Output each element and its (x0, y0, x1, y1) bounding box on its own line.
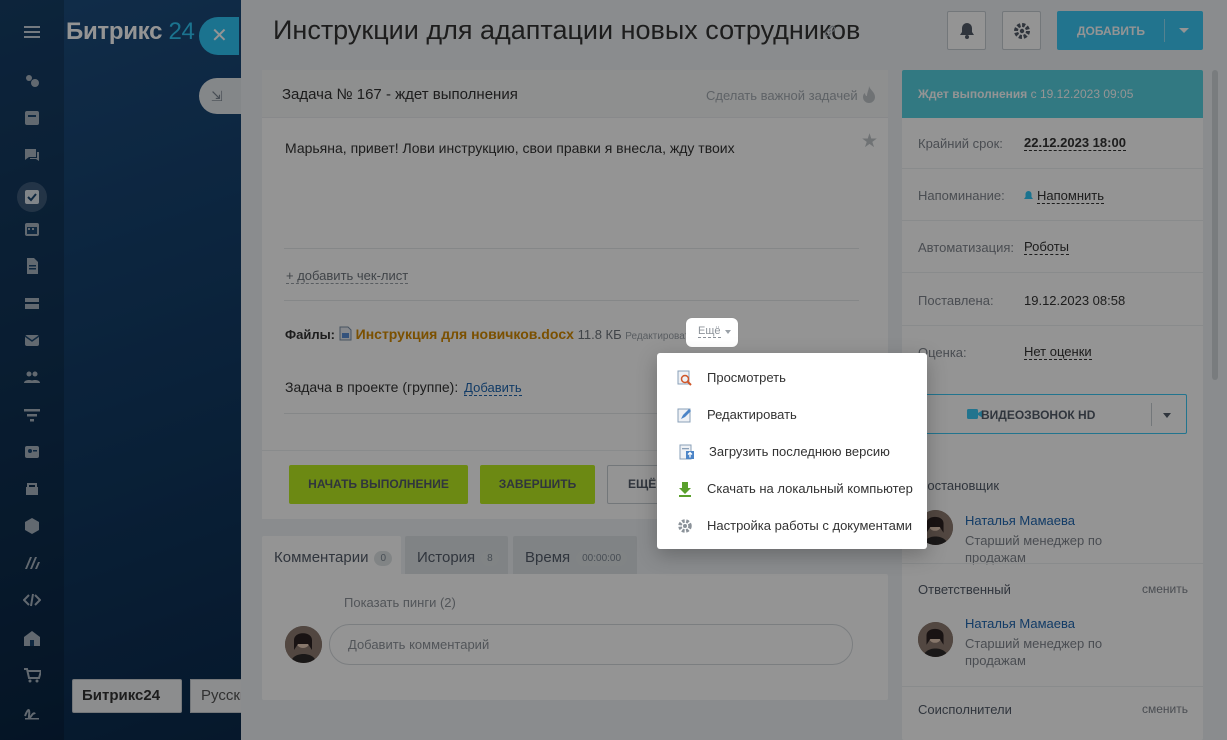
focus-overlay (0, 0, 1227, 740)
settings-icon (678, 519, 692, 533)
menu-item-upload-latest[interactable]: Загрузить последнюю версию (658, 433, 924, 471)
menu-item-edit[interactable]: Редактировать (657, 397, 927, 434)
menu-item-label: Редактировать (707, 407, 797, 422)
edit-icon (677, 408, 691, 423)
menu-item-label: Настройка работы с документами (707, 518, 913, 533)
menu-item-view[interactable]: Просмотреть (657, 360, 927, 397)
chevron-down-icon (725, 330, 731, 334)
file-more-button[interactable]: Ещё (686, 318, 738, 347)
menu-item-label: Загрузить последнюю версию (709, 444, 890, 459)
download-icon (679, 482, 691, 497)
menu-item-doc-settings[interactable]: Настройка работы с документами (657, 508, 927, 545)
file-more-label: Ещё (698, 325, 721, 338)
menu-item-label: Просмотреть (707, 370, 786, 385)
menu-item-download[interactable]: Скачать на локальный компьютер (657, 471, 927, 508)
menu-item-label: Скачать на локальный компьютер (707, 481, 913, 496)
upload-version-icon (679, 444, 694, 460)
view-icon (677, 370, 692, 386)
